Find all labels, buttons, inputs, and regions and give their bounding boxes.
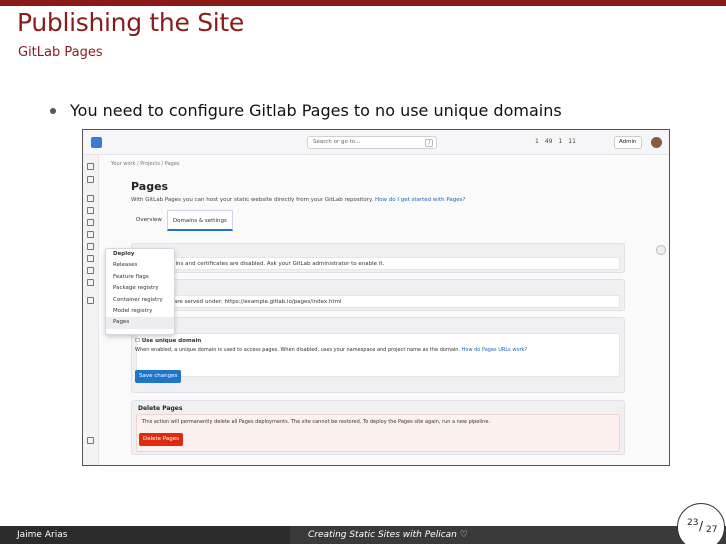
footer-author: Jaime Arias bbox=[0, 526, 290, 544]
menu-item-releases[interactable]: Releases bbox=[106, 260, 174, 271]
unique-domain-label: Use unique domain bbox=[141, 338, 202, 344]
delete-pages-button[interactable]: Delete Pages bbox=[139, 433, 183, 446]
access-card: Your pages are served under: https://exa… bbox=[131, 279, 625, 311]
sidebar-icon-5[interactable] bbox=[87, 219, 94, 226]
collapse-icon[interactable] bbox=[656, 245, 666, 255]
page-description: With GitLab Pages you can host your stat… bbox=[131, 197, 465, 203]
tabs: Overview Domains & settings bbox=[131, 210, 233, 231]
sidebar-icon-3[interactable] bbox=[87, 195, 94, 202]
header-count-4[interactable]: 11 bbox=[568, 138, 576, 145]
menu-item-container-registry[interactable]: Container registry bbox=[106, 295, 174, 306]
header-count-2[interactable]: 49 bbox=[545, 138, 553, 145]
pages-urls-link[interactable]: How do Pages URLs work? bbox=[462, 347, 528, 353]
header-counters: 1 49 1 11 bbox=[535, 138, 576, 145]
domains-card: Pages domains and certificates are disab… bbox=[131, 243, 625, 273]
slide-footer: Jaime Arias Creating Static Sites with P… bbox=[0, 526, 726, 544]
help-icon[interactable] bbox=[87, 437, 94, 444]
sidebar-icon-2[interactable] bbox=[87, 176, 94, 183]
project-sidebar bbox=[83, 155, 99, 465]
breadcrumb: Your work / Projects / Pages bbox=[111, 161, 180, 167]
search-input[interactable]: Search or go to... / bbox=[307, 136, 437, 149]
gitlab-screenshot: Search or go to... / 1 49 1 11 Admin You… bbox=[82, 129, 670, 466]
search-shortcut: / bbox=[425, 139, 433, 147]
menu-item-model-registry[interactable]: Model registry bbox=[106, 306, 174, 317]
avatar[interactable] bbox=[651, 137, 662, 148]
sidebar-icon-9[interactable] bbox=[87, 267, 94, 274]
unique-domain-help: When enabled, a unique domain is used to… bbox=[135, 347, 615, 353]
unique-domain-checkbox[interactable]: ☐ Use unique domain bbox=[135, 338, 615, 344]
tab-domains-settings[interactable]: Domains & settings bbox=[166, 210, 233, 231]
menu-item-package-registry[interactable]: Package registry bbox=[106, 283, 174, 294]
page-separator: / bbox=[699, 519, 704, 533]
unique-domain-card bbox=[131, 317, 625, 393]
menu-item-feature-flags[interactable]: Feature flags bbox=[106, 272, 174, 283]
sidebar-icon-1[interactable] bbox=[87, 163, 94, 170]
header-count-1[interactable]: 1 bbox=[535, 138, 539, 145]
sidebar-icon-4[interactable] bbox=[87, 207, 94, 214]
unique-domain-setting: ☐ Use unique domain When enabled, a uniq… bbox=[135, 338, 615, 353]
save-changes-button[interactable]: Save changes bbox=[135, 370, 182, 383]
search-placeholder: Search or go to... bbox=[313, 139, 361, 145]
sidebar-icon-11[interactable] bbox=[87, 297, 94, 304]
footer-talk-title: Creating Static Sites with Pelican ♡ bbox=[290, 526, 726, 544]
menu-item-deploy[interactable]: Deploy bbox=[106, 249, 174, 260]
page-total: 27 bbox=[706, 525, 718, 535]
admin-button[interactable]: Admin bbox=[614, 136, 642, 149]
bullet-item: You need to configure Gitlab Pages to no… bbox=[50, 101, 562, 120]
menu-item-pages[interactable]: Pages bbox=[106, 317, 174, 329]
deploy-flyout-menu: Deploy Releases Feature flags Package re… bbox=[105, 248, 175, 335]
access-card-text: Your pages are served under: https://exa… bbox=[136, 295, 620, 308]
sidebar-icon-8[interactable] bbox=[87, 255, 94, 262]
delete-pages-text: This action will permanently delete all … bbox=[136, 414, 620, 452]
slide-subtitle: GitLab Pages bbox=[18, 45, 103, 60]
pages-help-link[interactable]: How do I get started with Pages? bbox=[375, 197, 465, 203]
bullet-text: You need to configure Gitlab Pages to no… bbox=[70, 101, 562, 120]
delete-pages-title: Delete Pages bbox=[138, 405, 183, 412]
header-count-3[interactable]: 1 bbox=[558, 138, 562, 145]
sidebar-icon-6[interactable] bbox=[87, 231, 94, 238]
admin-label: Admin bbox=[619, 139, 637, 145]
bullet-icon bbox=[50, 107, 56, 114]
delete-pages-card: Delete Pages This action will permanentl… bbox=[131, 400, 625, 455]
gitlab-header: Search or go to... / 1 49 1 11 Admin bbox=[83, 130, 669, 155]
page-description-text: With GitLab Pages you can host your stat… bbox=[131, 197, 374, 203]
page-title: Pages bbox=[131, 180, 169, 193]
tab-overview[interactable]: Overview bbox=[131, 210, 167, 231]
slide-title: Publishing the Site bbox=[17, 8, 244, 37]
slide-top-bar bbox=[0, 0, 726, 6]
sidebar-icon-10[interactable] bbox=[87, 279, 94, 286]
domains-card-text: Pages domains and certificates are disab… bbox=[136, 257, 620, 270]
sidebar-icon-7[interactable] bbox=[87, 243, 94, 250]
page-current: 23 bbox=[687, 518, 699, 528]
unique-domain-help-text: When enabled, a unique domain is used to… bbox=[135, 347, 461, 353]
gitlab-logo-icon[interactable] bbox=[91, 137, 102, 148]
